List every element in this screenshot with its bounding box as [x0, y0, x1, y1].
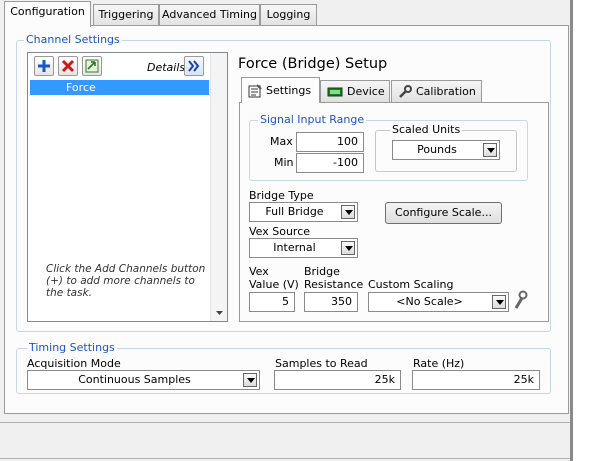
chevron-down-icon[interactable]	[341, 241, 355, 255]
channel-list-item[interactable]: Force	[30, 80, 209, 95]
details-chevron-icon	[188, 60, 200, 72]
details-toggle-button[interactable]	[184, 56, 204, 76]
channel-settings-title: Channel Settings	[24, 33, 122, 46]
tab-label: Device	[347, 85, 385, 98]
tab-label: Logging	[266, 8, 311, 21]
channel-list[interactable]: Details Force Click the Add Channels but…	[27, 52, 228, 322]
vex-value-label-line2: Value (V)	[249, 278, 299, 291]
divider	[0, 422, 570, 423]
vex-value-field[interactable]: 5	[249, 292, 295, 312]
bridge-type-select[interactable]: Full Bridge	[249, 202, 358, 222]
chevron-down-icon[interactable]	[341, 205, 355, 219]
tab-label: Triggering	[98, 8, 154, 21]
move-channel-button[interactable]	[82, 56, 102, 76]
channel-list-scrollbar[interactable]	[210, 53, 227, 321]
device-icon	[327, 87, 343, 96]
min-label: Min	[274, 156, 294, 169]
tab-logging[interactable]: Logging	[260, 4, 317, 25]
acquisition-mode-value: Continuous Samples	[78, 373, 191, 386]
tab-settings[interactable]: Settings	[241, 77, 320, 103]
max-field[interactable]: 100	[296, 132, 364, 152]
chevron-down-icon[interactable]	[492, 295, 506, 309]
scale-wrench-icon[interactable]	[512, 290, 528, 310]
scaled-units-select[interactable]: Pounds	[392, 140, 500, 160]
vex-source-value: Internal	[273, 241, 316, 254]
bridge-type-label: Bridge Type	[249, 189, 314, 202]
calibration-icon	[399, 84, 412, 98]
custom-scaling-value: <No Scale>	[396, 295, 463, 308]
move-icon	[85, 59, 99, 73]
tab-device[interactable]: Device	[320, 80, 390, 102]
custom-scaling-select[interactable]: <No Scale>	[368, 292, 509, 312]
samples-to-read-label: Samples to Read	[275, 357, 368, 370]
tab-triggering[interactable]: Triggering	[93, 4, 159, 25]
add-channel-button[interactable]	[34, 56, 54, 76]
chevron-down-icon[interactable]	[243, 373, 257, 387]
rate-field[interactable]: 25k	[412, 370, 540, 390]
bridge-resistance-label-line2: Resistance	[304, 278, 364, 291]
custom-scaling-label: Custom Scaling	[368, 278, 454, 291]
bridge-resistance-field[interactable]: 350	[304, 292, 358, 312]
chevron-down-icon[interactable]	[483, 143, 497, 157]
scaled-units-title: Scaled Units	[390, 123, 463, 136]
tab-label: Advanced Timing	[162, 8, 257, 21]
bridge-resistance-label-line1: Bridge	[304, 265, 340, 278]
vex-source-select[interactable]: Internal	[249, 238, 358, 258]
tab-advanced-timing[interactable]: Advanced Timing	[159, 4, 260, 25]
setup-title: Force (Bridge) Setup	[238, 56, 388, 72]
divider	[0, 458, 570, 459]
scroll-down-icon[interactable]	[211, 308, 228, 318]
scaled-units-value: Pounds	[417, 143, 457, 156]
signal-input-range-title: Signal Input Range	[258, 113, 367, 126]
add-icon	[38, 60, 50, 72]
configure-scale-button[interactable]: Configure Scale...	[385, 202, 502, 224]
tab-configuration[interactable]: Configuration	[4, 1, 91, 27]
rate-label: Rate (Hz)	[413, 357, 465, 370]
bridge-type-value: Full Bridge	[265, 205, 324, 218]
vex-value-label-line1: Vex	[249, 265, 269, 278]
vex-source-label: Vex Source	[249, 225, 311, 238]
samples-to-read-field[interactable]: 25k	[274, 370, 401, 390]
add-channels-hint: Click the Add Channels button (+) to add…	[46, 263, 206, 299]
min-field[interactable]: -100	[296, 153, 364, 173]
tab-label: Settings	[266, 84, 312, 97]
max-label: Max	[270, 135, 293, 148]
acquisition-mode-select[interactable]: Continuous Samples	[27, 370, 260, 390]
acquisition-mode-label: Acquisition Mode	[27, 357, 121, 370]
tab-label: Calibration	[416, 85, 476, 98]
timing-settings-title: Timing Settings	[27, 341, 117, 354]
remove-channel-button[interactable]	[58, 56, 78, 76]
tab-label: Configuration	[10, 5, 85, 18]
settings-icon	[248, 83, 262, 97]
details-label: Details	[147, 61, 186, 74]
delete-icon	[61, 59, 75, 73]
window-edge	[573, 0, 595, 461]
tab-calibration[interactable]: Calibration	[391, 80, 482, 102]
